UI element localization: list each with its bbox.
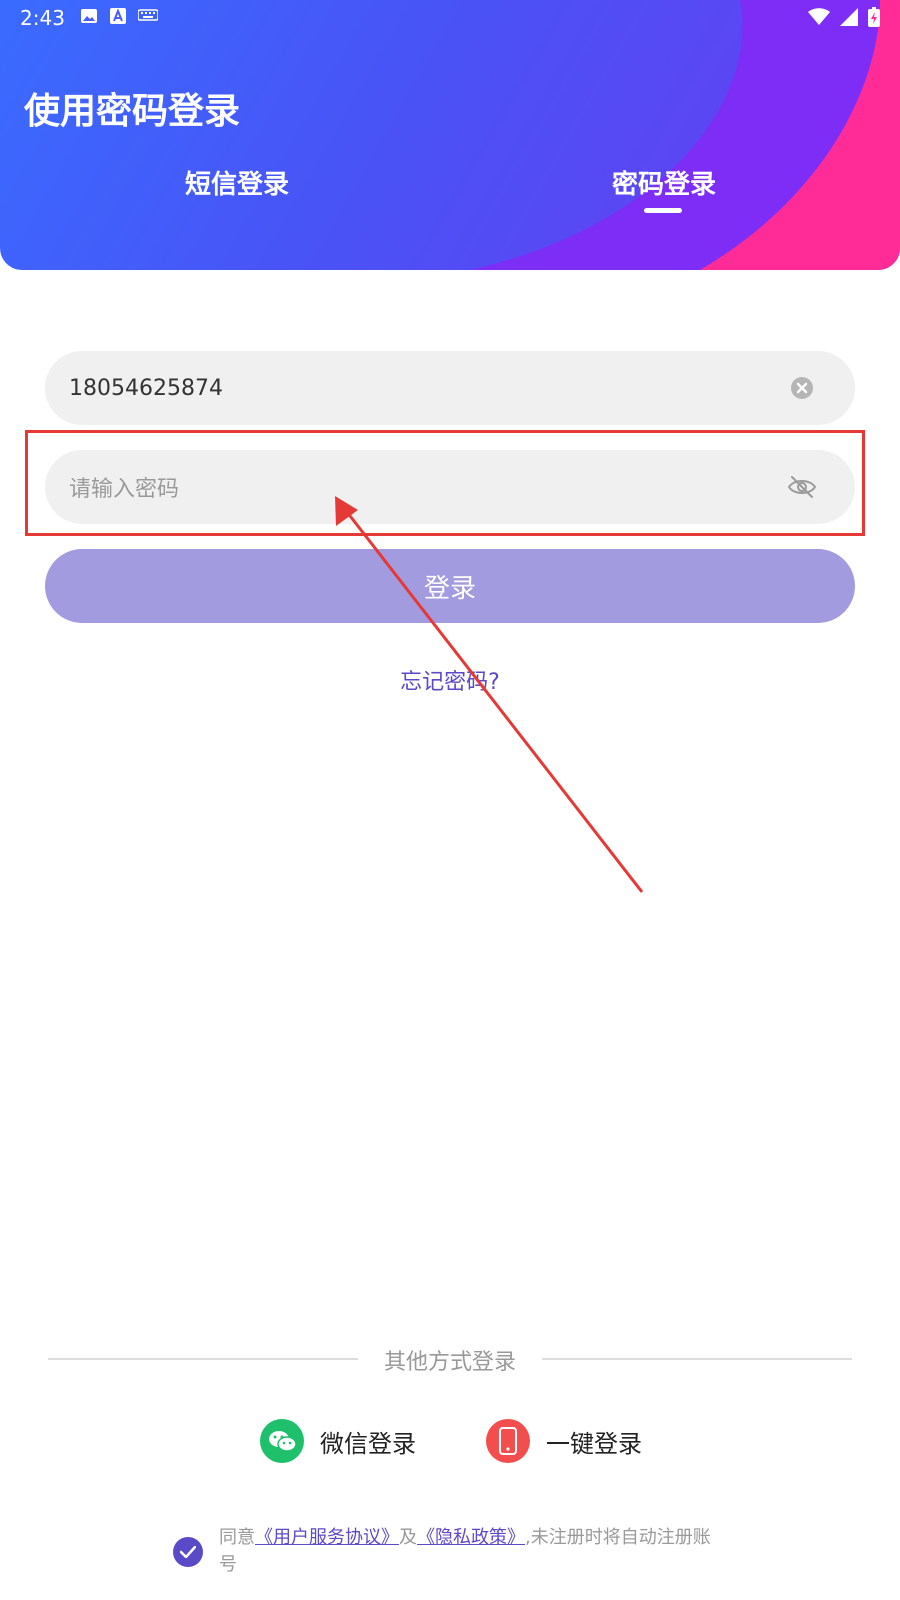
tab-password-login[interactable]: 密码登录: [612, 164, 716, 201]
header-banner: 2:43 使用密码登录 短信登录 密码登录: [0, 0, 900, 270]
page-title: 使用密码登录: [24, 91, 241, 132]
check-icon: [180, 1546, 196, 1558]
login-button[interactable]: 登录: [45, 549, 855, 623]
phone-value: 18054625874: [69, 375, 223, 401]
header-background: [470, 0, 900, 270]
keyboard-icon: [138, 9, 158, 21]
font-icon: [110, 8, 126, 24]
annotation-highlight-box: [25, 430, 865, 536]
onekey-login-label: 一键登录: [546, 1429, 642, 1458]
phone-input[interactable]: 18054625874: [45, 351, 855, 425]
phone-icon: [486, 1419, 530, 1463]
wechat-login-label: 微信登录: [320, 1429, 416, 1458]
agreement-prefix: 同意: [219, 1527, 255, 1548]
agreement-and: 及: [399, 1527, 417, 1548]
wechat-icon: [260, 1419, 304, 1463]
tab-sms-login[interactable]: 短信登录: [185, 164, 289, 201]
clear-icon[interactable]: [785, 371, 819, 405]
wifi-icon: [808, 8, 830, 25]
image-icon: [81, 9, 97, 23]
agreement-checkbox[interactable]: [173, 1537, 203, 1567]
wechat-login-button[interactable]: 微信登录: [260, 1419, 416, 1463]
agreement-text: 同意《用户服务协议》及《隐私政策》,未注册时将自动注册账号: [219, 1524, 719, 1578]
signal-icon: [840, 8, 858, 26]
onekey-login-button[interactable]: 一键登录: [486, 1419, 642, 1463]
status-time: 2:43: [20, 6, 65, 30]
user-agreement-link[interactable]: 《用户服务协议》: [255, 1527, 399, 1548]
forgot-password-link[interactable]: 忘记密码?: [0, 664, 900, 696]
battery-icon: [868, 7, 880, 27]
other-login-label: 其他方式登录: [383, 1350, 516, 1375]
status-bar: 2:43: [0, 0, 900, 36]
privacy-policy-link[interactable]: 《隐私政策》: [417, 1527, 525, 1548]
active-tab-indicator: [644, 208, 682, 213]
